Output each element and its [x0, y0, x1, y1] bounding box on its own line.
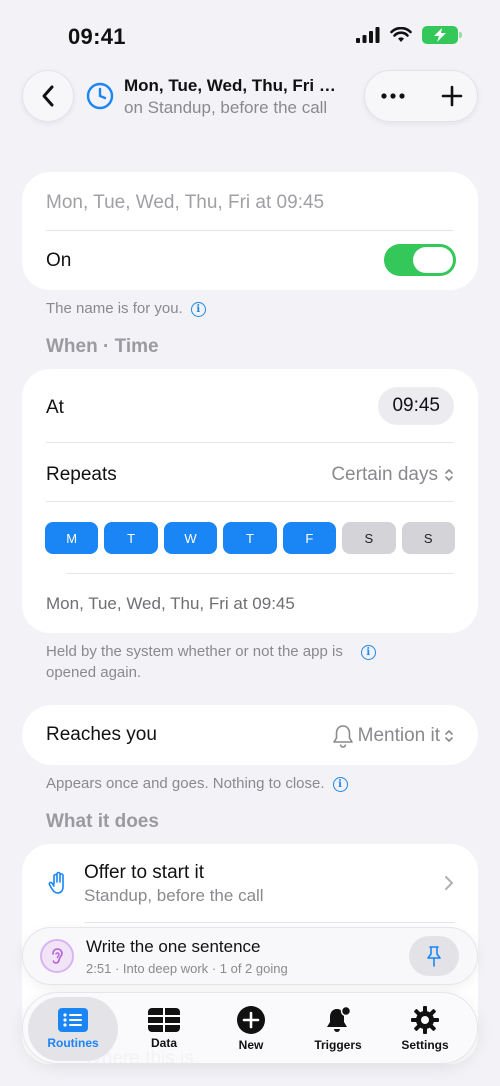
info-icon[interactable]: i — [332, 777, 348, 792]
reach-value: Mention it — [357, 725, 440, 746]
when-card: At 09:45 Repeats Certain days M T W T F … — [22, 369, 478, 633]
plus-circle-icon — [237, 1006, 265, 1034]
tab-label: Settings — [401, 1038, 449, 1052]
bell-badge-icon — [327, 1006, 352, 1032]
tab-label: Routines — [47, 1036, 99, 1050]
tab-label: Triggers — [314, 1038, 362, 1052]
navigation-bar: Mon, Tue, Wed, Thu, Fri at... on Standup… — [22, 70, 478, 122]
divider — [46, 230, 454, 231]
status-bar: 09:41 — [0, 0, 500, 70]
name-note: The name is for you. i — [46, 298, 206, 319]
action-row[interactable]: Offer to start it Standup, before the ca… — [22, 844, 478, 922]
add-icon[interactable] — [441, 85, 463, 107]
day-wednesday[interactable]: W — [163, 522, 218, 554]
nav-actions — [364, 70, 478, 122]
chevron-right-icon — [445, 876, 453, 890]
player-elapsed: 2:51 — [86, 961, 112, 976]
weekday-selector: M T W T F S S — [45, 522, 455, 554]
name-card: Mon, Tue, Wed, Thu, Fri at 09:45 On — [22, 172, 478, 290]
info-icon[interactable]: i — [360, 645, 376, 660]
tab-routines[interactable]: Routines — [28, 997, 118, 1061]
divider — [46, 501, 454, 502]
reach-picker[interactable]: Mention it — [332, 724, 454, 748]
hand-icon — [48, 871, 64, 894]
more-icon[interactable] — [381, 93, 405, 99]
reach-card: Reaches you Mention it — [22, 705, 478, 765]
routine-avatar — [40, 939, 74, 973]
day-monday[interactable]: M — [45, 522, 99, 554]
cellular-signal-icon — [356, 27, 380, 43]
ear-icon — [52, 948, 63, 964]
reach-note: Appears once and goes. Nothing to close.… — [46, 773, 348, 794]
wifi-icon — [390, 27, 412, 42]
nav-title: Mon, Tue, Wed, Thu, Fri at... — [124, 76, 344, 95]
status-time: 09:41 — [68, 24, 126, 49]
tab-label: Data — [150, 1036, 177, 1050]
day-thursday[interactable]: T — [223, 522, 277, 554]
player-title: Write the one sentence — [86, 937, 261, 956]
clock-icon — [86, 82, 114, 110]
schedule-note-line1: Held by the system whether or not the ap… — [46, 643, 343, 660]
gear-icon — [411, 1006, 439, 1034]
name-note-text: The name is for you. — [46, 300, 183, 317]
now-running-bar[interactable]: Write the one sentence 2:51 · Into deep … — [22, 927, 478, 985]
toggle-knob — [413, 247, 453, 273]
info-icon[interactable]: i — [190, 302, 206, 317]
chevron-up-down-icon — [445, 469, 453, 481]
schedule-note: Held by the system whether or not the ap… — [46, 641, 376, 683]
chevron-left-icon — [42, 85, 54, 107]
bell-icon — [332, 725, 353, 748]
enabled-toggle[interactable] — [384, 244, 456, 276]
day-saturday[interactable]: S — [342, 522, 396, 554]
player-context: Into deep work — [122, 961, 209, 976]
table-icon — [148, 1008, 180, 1032]
time-picker[interactable]: 09:45 — [378, 387, 454, 425]
schedule-note-line2: opened again. — [46, 664, 142, 681]
when-section-header: When · Time — [46, 336, 159, 357]
divider — [46, 442, 454, 443]
repeats-value: Certain days — [331, 464, 438, 485]
what-section-header: What it does — [46, 811, 159, 832]
repeats-picker[interactable]: Certain days — [331, 464, 454, 486]
status-icons — [356, 26, 462, 44]
reach-note-text: Appears once and goes. Nothing to close. — [46, 775, 325, 792]
day-sunday[interactable]: S — [401, 522, 455, 554]
chevron-up-down-icon — [445, 730, 453, 742]
action-title: Offer to start it — [84, 862, 205, 883]
tab-new[interactable]: New — [206, 993, 296, 1065]
nav-subtitle: on Standup, before the call — [124, 98, 328, 117]
name-field[interactable]: Mon, Tue, Wed, Thu, Fri at 09:45 — [46, 192, 454, 214]
tab-data[interactable]: Data — [119, 993, 209, 1065]
player-progress: 1 of 2 going — [219, 961, 288, 976]
separator-dot: · — [211, 961, 220, 976]
player-meta: 2:51 · Into deep work · 1 of 2 going — [86, 961, 288, 976]
battery-charging-icon — [422, 26, 462, 44]
day-tuesday[interactable]: T — [104, 522, 158, 554]
action-subtitle: Standup, before the call — [84, 886, 264, 905]
separator-dot: · — [114, 961, 123, 976]
list-icon — [58, 1008, 88, 1032]
divider — [66, 573, 454, 574]
schedule-summary: Mon, Tue, Wed, Thu, Fri at 09:45 — [46, 594, 295, 613]
tab-settings[interactable]: Settings — [380, 993, 470, 1065]
pin-icon — [427, 946, 441, 967]
nav-title-group: Mon, Tue, Wed, Thu, Fri at... on Standup… — [86, 74, 356, 122]
tab-triggers[interactable]: Triggers — [293, 993, 383, 1065]
tab-label: New — [238, 1038, 264, 1052]
pin-button[interactable] — [409, 936, 459, 976]
divider — [84, 922, 454, 923]
day-friday[interactable]: F — [282, 522, 337, 554]
tab-bar: Routines Data New Triggers Settings — [22, 992, 478, 1064]
back-button[interactable] — [22, 70, 74, 122]
